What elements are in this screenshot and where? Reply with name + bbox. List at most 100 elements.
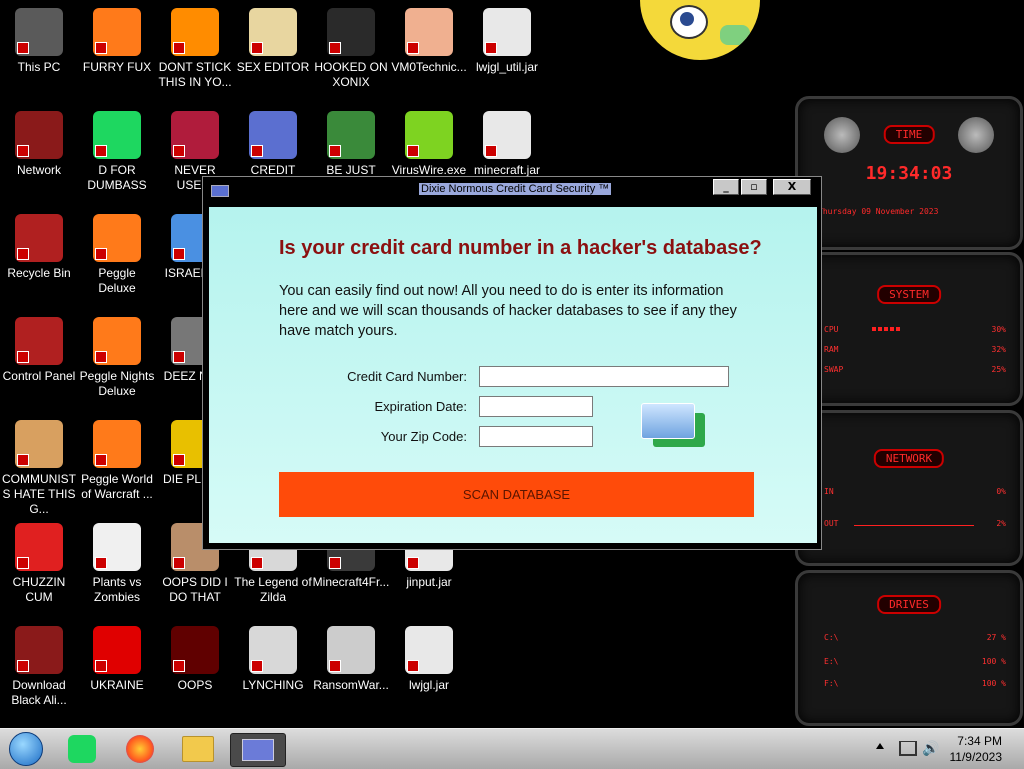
shortcut-arrow-icon	[329, 42, 341, 54]
shortcut-arrow-icon	[95, 454, 107, 466]
desktop-icon-label: Peggle Nights Deluxe	[79, 369, 155, 398]
desktop-shortcut-icon	[405, 111, 453, 159]
desktop-icon[interactable]: UKRAINE	[78, 618, 156, 693]
credit-card-checker-taskbar-icon[interactable]	[230, 733, 286, 767]
desktop-icon[interactable]: lwjgl.jar	[390, 618, 468, 693]
desktop-icon[interactable]: RansomWar...	[312, 618, 390, 693]
desktop-shortcut-icon	[15, 523, 63, 571]
dialog-titlebar[interactable]: Dixie Normous Credit Card Security ™ _ ▫…	[203, 177, 821, 201]
shortcut-arrow-icon	[17, 248, 29, 260]
firefox-icon[interactable]	[118, 733, 162, 765]
shortcut-arrow-icon	[95, 42, 107, 54]
desktop-icon[interactable]: VirusWire.exe	[390, 103, 468, 178]
shortcut-arrow-icon	[17, 42, 29, 54]
desktop-icon-label: Peggle World of Warcraft ...	[81, 472, 153, 501]
shortcut-arrow-icon	[485, 145, 497, 157]
desktop-icon[interactable]: Download Black Ali...	[0, 618, 78, 708]
desktop-shortcut-icon	[93, 214, 141, 262]
desktop-icon-label: Network	[16, 163, 61, 177]
drives-title: DRIVES	[877, 595, 941, 614]
dialog-title: Dixie Normous Credit Card Security ™	[419, 183, 612, 195]
desktop-icon-label: Recycle Bin	[7, 266, 71, 280]
desktop-icon[interactable]: SEX EDITOR	[234, 0, 312, 75]
shortcut-arrow-icon	[95, 248, 107, 260]
cpu-bar	[872, 327, 902, 331]
close-button[interactable]: X	[773, 179, 811, 195]
show-hidden-icons-icon[interactable]	[876, 743, 884, 749]
desktop-shortcut-icon	[483, 111, 531, 159]
desktop-icon[interactable]: Control Panel	[0, 309, 78, 384]
desktop-icon[interactable]: VM0Technic...	[390, 0, 468, 75]
desktop-icon[interactable]: Recycle Bin	[0, 206, 78, 281]
cpu-label: CPU	[824, 325, 839, 334]
shortcut-arrow-icon	[251, 42, 263, 54]
shortcut-arrow-icon	[95, 660, 107, 672]
desktop-shortcut-icon	[93, 626, 141, 674]
drive-f-label: F:\	[824, 679, 839, 688]
desktop-shortcut-icon	[327, 111, 375, 159]
desktop-shortcut-icon	[327, 626, 375, 674]
desktop-icon-label: DONT STICK THIS IN YO...	[158, 60, 232, 89]
file-explorer-icon[interactable]	[176, 733, 220, 765]
volume-icon[interactable]: 🔊	[922, 741, 939, 757]
page-title: Is your credit card number in a hacker's…	[279, 237, 762, 259]
credit-card-number-input[interactable]	[479, 366, 729, 387]
desktop-icon[interactable]: DONT STICK THIS IN YO...	[156, 0, 234, 90]
desktop-icon[interactable]: LYNCHING	[234, 618, 312, 693]
desktop-icon-label: FURRY FUX	[82, 60, 152, 74]
shortcut-arrow-icon	[407, 660, 419, 672]
system-title: SYSTEM	[877, 285, 941, 304]
shortcut-arrow-icon	[251, 557, 263, 569]
taskbar-clock[interactable]: 7:34 PM 11/9/2023	[950, 733, 1003, 765]
zip-code-label: Your Zip Code:	[380, 429, 467, 444]
desktop-icon[interactable]: HOOKED ON XONIX	[312, 0, 390, 90]
maximize-button[interactable]: ▫	[741, 179, 767, 195]
desktop-icon[interactable]: COMMUNISTS HATE THIS G...	[0, 412, 78, 517]
shortcut-arrow-icon	[407, 42, 419, 54]
desktop-icon[interactable]: Peggle World of Warcraft ...	[78, 412, 156, 502]
app-icon	[211, 185, 229, 197]
desktop-icon[interactable]: This PC	[0, 0, 78, 75]
desktop-icon[interactable]: D FOR DUMBASS	[78, 103, 156, 193]
shortcut-arrow-icon	[173, 454, 185, 466]
credit-cards-icon	[641, 403, 707, 449]
credit-card-number-label: Credit Card Number:	[347, 369, 467, 384]
shortcut-arrow-icon	[17, 351, 29, 363]
desktop-icon-label: LYNCHING	[242, 678, 304, 692]
desktop-icon-label: HOOKED ON XONIX	[314, 60, 388, 89]
desktop-icon[interactable]: OOPS	[156, 618, 234, 693]
zip-code-input[interactable]	[479, 426, 593, 447]
network-status-icon[interactable]	[899, 741, 917, 756]
desktop-icon[interactable]: Peggle Nights Deluxe	[78, 309, 156, 399]
desktop-icon[interactable]: Peggle Deluxe	[78, 206, 156, 296]
desktop-icon[interactable]: Network	[0, 103, 78, 178]
cpu-value: 30%	[991, 325, 1006, 334]
shortcut-arrow-icon	[485, 42, 497, 54]
desktop-icon[interactable]: FURRY FUX	[78, 0, 156, 75]
shortcut-arrow-icon	[17, 454, 29, 466]
in-label: IN	[824, 487, 834, 496]
desktop-icon[interactable]: CHUZZIN CUM	[0, 515, 78, 605]
desktop-icon-label: Download Black Ali...	[11, 678, 67, 707]
desktop-icon-label: CHUZZIN CUM	[12, 575, 66, 604]
spotify-icon[interactable]	[60, 733, 104, 765]
desktop-icon-label: lwjgl_util.jar	[475, 60, 539, 74]
desktop-shortcut-icon	[249, 111, 297, 159]
desktop-icon[interactable]: Plants vs Zombies	[78, 515, 156, 605]
desktop-icon-label: This PC	[17, 60, 61, 74]
shortcut-arrow-icon	[251, 660, 263, 672]
scan-database-button[interactable]: SCAN DATABASE	[279, 472, 754, 517]
drive-e-label: E:\	[824, 657, 839, 666]
drive-c-label: C:\	[824, 633, 839, 642]
dialog-content: Is your credit card number in a hacker's…	[209, 207, 817, 543]
desktop-icon-label: SEX EDITOR	[236, 60, 310, 74]
shortcut-arrow-icon	[407, 145, 419, 157]
minimize-button[interactable]: _	[713, 179, 739, 195]
expiration-date-input[interactable]	[479, 396, 593, 417]
desktop-icon[interactable]: minecraft.jar	[468, 103, 546, 178]
time-widget: TIME 19:34:03 Thursday 09 November 2023	[795, 96, 1023, 250]
shortcut-arrow-icon	[17, 660, 29, 672]
desktop-icon[interactable]: lwjgl_util.jar	[468, 0, 546, 75]
desktop-icon-label: OOPS	[177, 678, 213, 692]
start-orb-icon[interactable]	[4, 732, 48, 766]
